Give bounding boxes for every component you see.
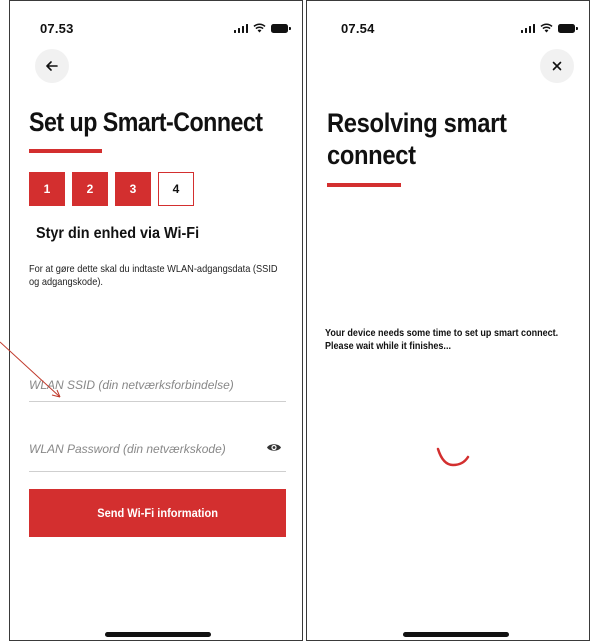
- wifi-icon: [540, 23, 553, 33]
- back-button[interactable]: [35, 49, 69, 83]
- close-icon: [552, 61, 562, 71]
- title-underline: [29, 149, 102, 153]
- setup-screen: 07.53 Set up Smart-Connect 1 2 3 4 Styr …: [9, 0, 303, 641]
- resolving-screen: 07.54 Resolving smart connect Your devic…: [306, 0, 590, 641]
- password-field: [29, 431, 286, 472]
- close-button[interactable]: [540, 49, 574, 83]
- title-underline: [327, 183, 401, 187]
- spinner-icon: [436, 447, 470, 467]
- page-title: Resolving smart connect: [327, 108, 507, 170]
- arrow-left-icon: [46, 61, 58, 71]
- home-indicator: [403, 632, 509, 637]
- page-title: Set up Smart-Connect: [29, 107, 263, 137]
- signal-icon: [233, 23, 248, 33]
- status-message: Your device needs some time to set up sm…: [325, 327, 559, 352]
- setup-stepper: 1 2 3 4: [29, 172, 194, 206]
- home-indicator: [105, 632, 211, 637]
- status-bar: 07.54: [307, 21, 589, 41]
- send-wifi-button[interactable]: Send Wi-Fi information: [29, 489, 286, 537]
- status-time: 07.54: [341, 21, 375, 36]
- send-wifi-button-label: Send Wi-Fi information: [97, 506, 218, 520]
- step-3: 3: [115, 172, 151, 206]
- instruction-text: For at gøre dette skal du indtaste WLAN-…: [29, 263, 278, 288]
- status-bar: 07.53: [10, 21, 302, 41]
- status-time: 07.53: [40, 21, 74, 36]
- step-1: 1: [29, 172, 65, 206]
- eye-icon[interactable]: [266, 442, 282, 453]
- section-heading: Styr din enhed via Wi-Fi: [36, 225, 200, 242]
- ssid-field: [29, 371, 286, 402]
- wifi-icon: [253, 23, 266, 33]
- password-input[interactable]: [29, 435, 249, 463]
- step-4: 4: [158, 172, 194, 206]
- status-icons: [233, 23, 291, 33]
- status-icons: [520, 23, 578, 33]
- step-2: 2: [72, 172, 108, 206]
- signal-icon: [520, 23, 535, 33]
- battery-icon: [558, 23, 578, 33]
- ssid-input[interactable]: [29, 371, 249, 399]
- battery-icon: [271, 23, 291, 33]
